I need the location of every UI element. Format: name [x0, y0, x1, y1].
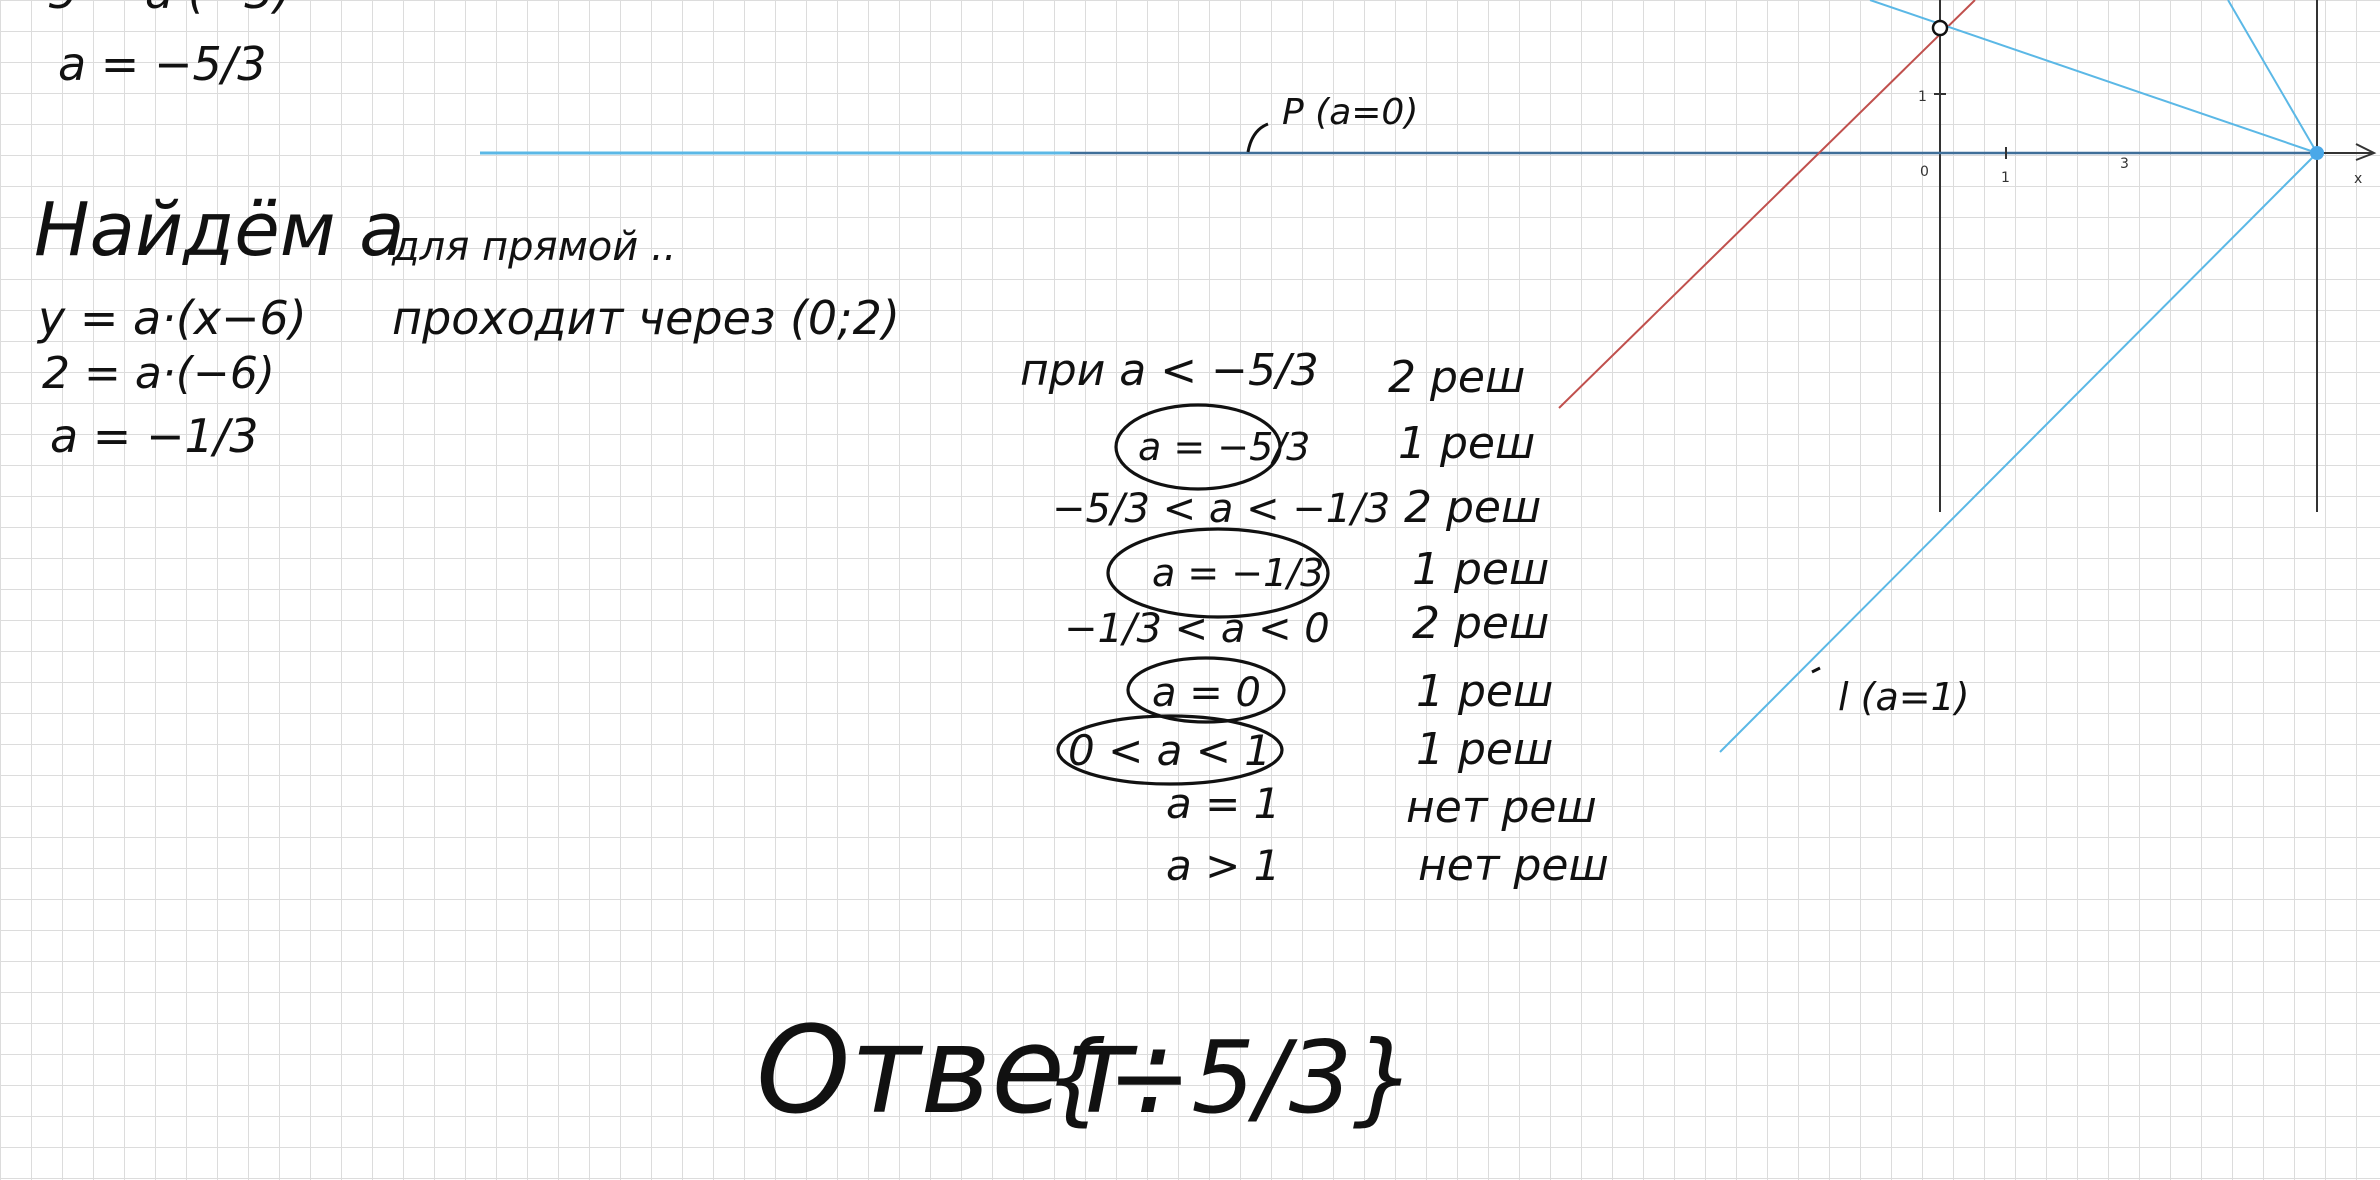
case-result-7: 1 реш: [1416, 724, 1553, 775]
case-result-2: 1 реш: [1398, 418, 1535, 469]
case-condition-2: a = −5/3: [1138, 425, 1310, 469]
red-line: [1558, 0, 1976, 409]
line-a-minus-five-thirds: [2227, 0, 2318, 154]
label-p-pointer-icon: [1246, 122, 1269, 153]
label-p: P (a=0): [1282, 92, 1418, 133]
tick-label-y1: 1: [1918, 89, 1927, 105]
find-a-eq2: 2 = a·(−6): [42, 348, 275, 399]
case-result-8: нет реш: [1406, 782, 1597, 833]
find-a-note-line1: для прямой ..: [391, 224, 676, 270]
case-result-1: 2 реш: [1388, 352, 1525, 403]
case-result-4: 1 реш: [1412, 544, 1549, 595]
top-fragment-line1: 5 = a·(−3): [48, 0, 292, 19]
case-condition-7: 0 < a < 1: [1068, 726, 1271, 775]
case-condition-4: a = −1/3: [1152, 551, 1324, 595]
line-l: [1719, 152, 2318, 753]
label-l-tick-icon: [1811, 666, 1821, 674]
case-condition-9: a > 1: [1166, 841, 1280, 890]
case-condition-1: при a < −5/3: [1020, 345, 1319, 396]
case-condition-5: −1/3 < a < 0: [1064, 606, 1330, 652]
label-l: l (a=1): [1838, 675, 1970, 719]
point-6-0: [2310, 146, 2324, 160]
tick-label-3: 3: [2120, 156, 2129, 172]
axis-label-x: x: [2354, 171, 2362, 187]
grid-canvas[interactable]: 1 0 1 3 x P (a=0) l (a=1) 5 = a·(−3) a =…: [0, 0, 2380, 1180]
case-condition-3: −5/3 < a < −1/3: [1052, 486, 1390, 532]
handwriting-layer: 1 0 1 3 x P (a=0) l (a=1) 5 = a·(−3) a =…: [34, 0, 2377, 1141]
answer-value: {−5/3}: [1044, 1019, 1416, 1136]
find-a-eq3: a = −1/3: [50, 409, 259, 463]
case-result-3: 2 реш: [1404, 482, 1541, 533]
case-result-5: 2 реш: [1412, 598, 1549, 649]
find-a-eq1: y = a·(x−6): [36, 291, 307, 345]
case-condition-8: a = 1: [1166, 779, 1280, 828]
case-result-6: 1 реш: [1416, 666, 1553, 717]
hollow-point-0-2: [1931, 19, 1949, 37]
case-result-9: нет реш: [1418, 840, 1609, 891]
find-a-title: Найдём a: [34, 187, 404, 273]
case-condition-6: a = 0: [1152, 670, 1261, 716]
tick-label-0: 0: [1920, 164, 1929, 180]
cases-table: при a < −5/3 2 реш a = −5/3 1 реш −5/3 <…: [1020, 345, 1609, 891]
tick-label-x1: 1: [2001, 170, 2010, 186]
top-fragment-line2: a = −5/3: [58, 37, 267, 91]
find-a-note-line2: проходит через (0;2): [392, 291, 900, 345]
